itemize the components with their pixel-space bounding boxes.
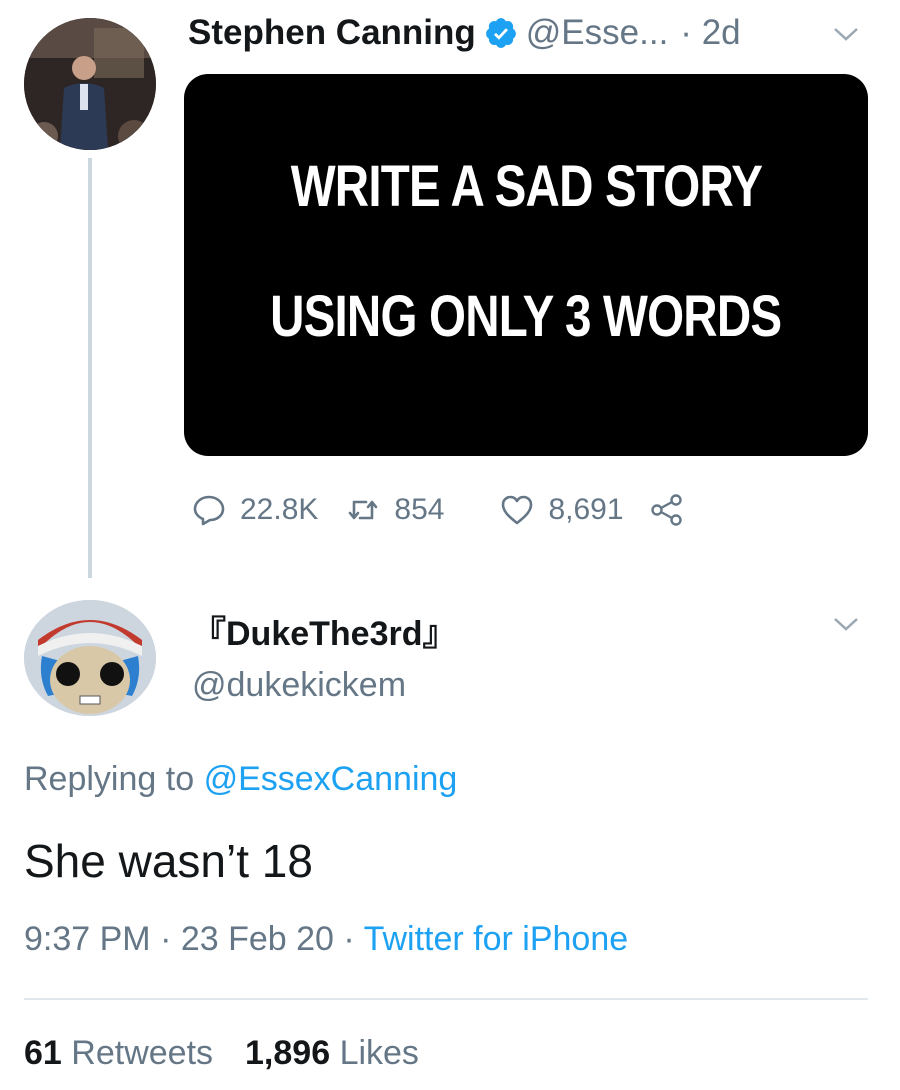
reply-icon [193, 495, 225, 526]
tweet-age[interactable]: · 2d [680, 13, 740, 53]
divider [24, 998, 868, 1000]
retweet-count: 854 [394, 493, 445, 526]
original-tweet-header: Stephen Canning @Esse... · 2d [188, 8, 741, 58]
image-text-line-1: WRITE A SAD STORY [290, 154, 762, 219]
reply-author-name[interactable]: 『DukeThe3rd』 [192, 606, 457, 655]
reply-tweet-text: She wasn’t 18 [24, 835, 313, 887]
tweet-actions: 22.8K 854 8,691 [192, 488, 684, 532]
reply-author-avatar[interactable] [24, 600, 156, 716]
like-count: 8,691 [548, 493, 624, 526]
share-icon [650, 494, 682, 526]
reply-count: 22.8K [240, 493, 319, 526]
author-avatar[interactable] [24, 18, 156, 150]
retweets-stat[interactable]: 61 Retweets [24, 1034, 213, 1072]
reply-author-handle[interactable]: @dukekickem [192, 666, 406, 705]
engagement-stats: 61 Retweets 1,896 Likes [24, 1034, 419, 1073]
likes-stat[interactable]: 1,896 Likes [245, 1034, 419, 1072]
author-handle[interactable]: @Esse... [526, 13, 669, 53]
retweet-icon [349, 500, 378, 520]
tweet-image[interactable]: WRITE A SAD STORY USING ONLY 3 WORDS [184, 74, 868, 456]
like-button[interactable]: 8,691 [500, 493, 624, 527]
reply-button[interactable]: 22.8K [192, 493, 318, 527]
thread-connector-line [88, 158, 92, 578]
chevron-down-icon[interactable] [832, 24, 860, 44]
replying-to-line: Replying to @EssexCanning [24, 760, 458, 798]
tweet-timestamp[interactable]: 9:37 PM · 23 Feb 20 · [24, 920, 355, 958]
replying-to-handle-link[interactable]: @EssexCanning [204, 760, 458, 798]
tweet-timestamp-line: 9:37 PM · 23 Feb 20 · Twitter for iPhone [24, 920, 628, 959]
like-icon [502, 495, 533, 525]
retweet-button[interactable]: 854 [346, 493, 444, 527]
reply-chevron-down-icon[interactable] [832, 614, 860, 634]
verified-badge-icon [485, 18, 516, 48]
tweet-source-link[interactable]: Twitter for iPhone [364, 920, 629, 958]
share-button[interactable] [650, 493, 684, 527]
image-text-line-2: USING ONLY 3 WORDS [270, 284, 782, 349]
author-name[interactable]: Stephen Canning [188, 13, 476, 53]
